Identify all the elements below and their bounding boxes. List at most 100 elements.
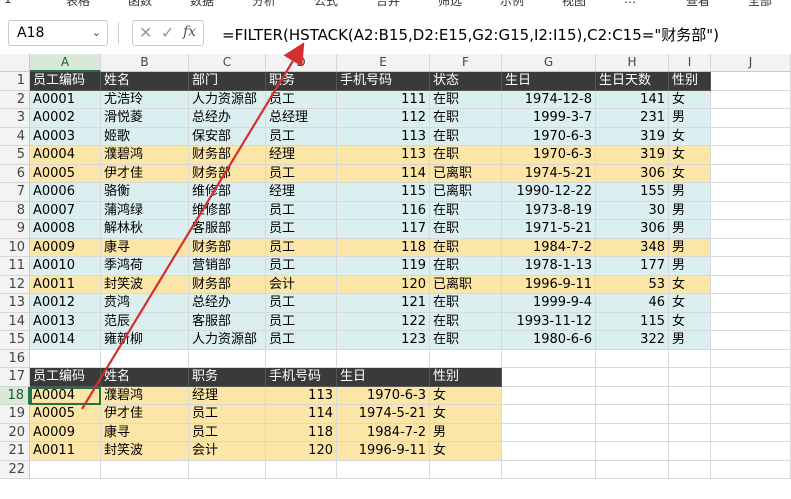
table-cell[interactable]: 女 xyxy=(669,275,711,294)
result-cell[interactable]: 经理 xyxy=(189,386,266,405)
empty-cell[interactable] xyxy=(711,72,791,91)
empty-cell[interactable] xyxy=(669,460,711,479)
empty-cell[interactable] xyxy=(502,423,596,442)
empty-cell[interactable] xyxy=(337,460,430,479)
table-cell[interactable]: 总经办 xyxy=(189,294,266,313)
table-cell[interactable]: 滑悦菱 xyxy=(101,109,189,128)
table-cell[interactable]: A0007 xyxy=(30,201,101,220)
table-cell[interactable]: 1999-3-7 xyxy=(502,109,596,128)
empty-cell[interactable] xyxy=(669,386,711,405)
table-cell[interactable]: 在职 xyxy=(430,257,502,276)
empty-cell[interactable] xyxy=(711,386,791,405)
empty-cell[interactable] xyxy=(711,257,791,276)
empty-cell[interactable] xyxy=(711,275,791,294)
empty-cell[interactable] xyxy=(669,442,711,461)
table-cell[interactable]: 尤浩玲 xyxy=(101,90,189,109)
empty-cell[interactable] xyxy=(502,442,596,461)
table-cell[interactable]: 1984-7-2 xyxy=(502,238,596,257)
empty-cell[interactable] xyxy=(596,460,669,479)
empty-cell[interactable] xyxy=(101,460,189,479)
table-cell[interactable]: 155 xyxy=(596,183,669,202)
table-cell[interactable]: 114 xyxy=(337,164,430,183)
table-cell[interactable]: 在职 xyxy=(430,109,502,128)
table-cell[interactable]: 女 xyxy=(669,312,711,331)
empty-cell[interactable] xyxy=(596,349,669,368)
table-cell[interactable]: 306 xyxy=(596,164,669,183)
table-cell[interactable]: 在职 xyxy=(430,220,502,239)
table-cell[interactable]: 骆衡 xyxy=(101,183,189,202)
table-cell[interactable]: 总经办 xyxy=(189,109,266,128)
empty-cell[interactable] xyxy=(596,442,669,461)
table-cell[interactable]: 121 xyxy=(337,294,430,313)
table-cell[interactable]: 已离职 xyxy=(430,183,502,202)
table-cell[interactable]: 已离职 xyxy=(430,164,502,183)
table-cell[interactable]: 伊才佳 xyxy=(101,164,189,183)
table-cell[interactable]: A0002 xyxy=(30,109,101,128)
table-cell[interactable]: 姬歌 xyxy=(101,127,189,146)
table-cell[interactable]: 115 xyxy=(337,183,430,202)
result-cell[interactable]: 男 xyxy=(430,423,502,442)
column-header-c[interactable]: C xyxy=(189,54,266,72)
table-cell[interactable]: 男 xyxy=(669,183,711,202)
row-header-10[interactable]: 10 xyxy=(0,238,30,257)
table-cell[interactable]: 保安部 xyxy=(189,127,266,146)
empty-cell[interactable] xyxy=(502,386,596,405)
table-cell[interactable]: 员工 xyxy=(266,220,337,239)
row-header-22[interactable]: 22 xyxy=(0,460,30,479)
result-cell[interactable]: 1996-9-11 xyxy=(337,442,430,461)
row-header-15[interactable]: 15 xyxy=(0,331,30,350)
empty-cell[interactable] xyxy=(711,220,791,239)
column-header-f[interactable]: F xyxy=(430,54,502,72)
table-cell[interactable]: 蒲鸿绿 xyxy=(101,201,189,220)
column-header-h[interactable]: H xyxy=(596,54,669,72)
table-cell[interactable]: 1990-12-22 xyxy=(502,183,596,202)
table-cell[interactable]: 男 xyxy=(669,257,711,276)
table-cell[interactable]: 女 xyxy=(669,164,711,183)
fx-icon[interactable]: fx xyxy=(183,24,196,40)
empty-cell[interactable] xyxy=(711,183,791,202)
table-cell[interactable]: 封笑波 xyxy=(101,275,189,294)
row-header-19[interactable]: 19 xyxy=(0,405,30,424)
empty-cell[interactable] xyxy=(189,460,266,479)
table-cell[interactable]: 53 xyxy=(596,275,669,294)
table-cell[interactable]: 在职 xyxy=(430,312,502,331)
table-cell[interactable]: 在职 xyxy=(430,238,502,257)
table-cell[interactable]: 贲鸿 xyxy=(101,294,189,313)
table-cell[interactable]: A0001 xyxy=(30,90,101,109)
empty-cell[interactable] xyxy=(189,349,266,368)
empty-cell[interactable] xyxy=(711,294,791,313)
table-cell[interactable]: 维修部 xyxy=(189,183,266,202)
table-cell[interactable]: 男 xyxy=(669,238,711,257)
table-cell[interactable]: 319 xyxy=(596,127,669,146)
table-cell[interactable]: 30 xyxy=(596,201,669,220)
table-cell[interactable]: 员工 xyxy=(266,312,337,331)
table-cell[interactable]: 1993-11-12 xyxy=(502,312,596,331)
result-cell[interactable]: 女 xyxy=(430,442,502,461)
table-cell[interactable]: 总经理 xyxy=(266,109,337,128)
table-cell[interactable]: A0008 xyxy=(30,220,101,239)
table-cell[interactable]: A0013 xyxy=(30,312,101,331)
table-cell[interactable]: 已离职 xyxy=(430,275,502,294)
empty-cell[interactable] xyxy=(711,201,791,220)
table-cell[interactable]: 客服部 xyxy=(189,312,266,331)
table-cell[interactable]: 111 xyxy=(337,90,430,109)
table-cell[interactable]: 范辰 xyxy=(101,312,189,331)
table-cell[interactable]: 113 xyxy=(337,146,430,165)
table-cell[interactable]: 人力资源部 xyxy=(189,90,266,109)
table-cell[interactable]: 120 xyxy=(337,275,430,294)
table-cell[interactable]: 122 xyxy=(337,312,430,331)
empty-cell[interactable] xyxy=(502,460,596,479)
table-cell[interactable]: A0014 xyxy=(30,331,101,350)
table-cell[interactable]: 177 xyxy=(596,257,669,276)
table-cell[interactable]: 客服部 xyxy=(189,220,266,239)
table-cell[interactable]: 112 xyxy=(337,109,430,128)
empty-cell[interactable] xyxy=(430,349,502,368)
row-header-9[interactable]: 9 xyxy=(0,220,30,239)
empty-cell[interactable] xyxy=(30,349,101,368)
result-cell[interactable]: 伊才佳 xyxy=(101,405,189,424)
table-cell[interactable]: 男 xyxy=(669,331,711,350)
table-cell[interactable]: 322 xyxy=(596,331,669,350)
result-cell[interactable]: 女 xyxy=(430,386,502,405)
row-header-17[interactable]: 17 xyxy=(0,368,30,387)
table-cell[interactable]: A0009 xyxy=(30,238,101,257)
